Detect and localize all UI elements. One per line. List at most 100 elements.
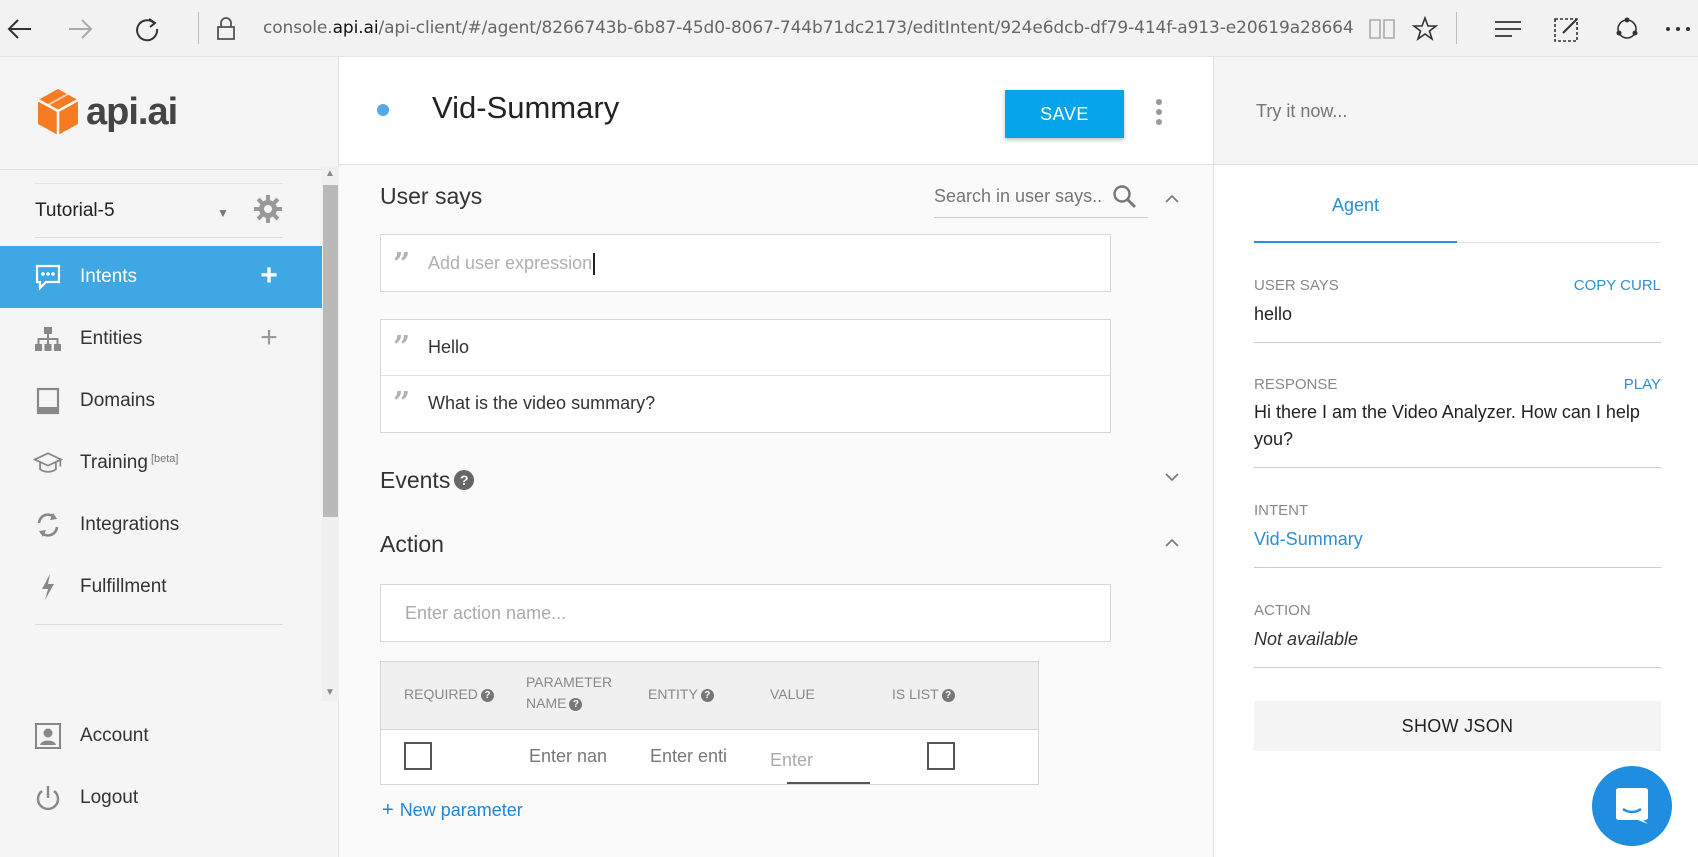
events-title[interactable]: Events? xyxy=(380,467,475,494)
help-icon[interactable]: ? xyxy=(569,697,583,711)
sidebar-item-entities[interactable]: Entities + xyxy=(0,308,322,370)
sidebar-item-label: Intents xyxy=(80,266,138,287)
lightning-icon xyxy=(33,572,63,602)
sidebar-item-domains[interactable]: Domains xyxy=(0,370,322,432)
web-note-icon[interactable] xyxy=(1552,14,1582,44)
scroll-thumb[interactable] xyxy=(323,185,338,517)
quote-icon: ” xyxy=(393,247,411,282)
parameters-table: REQUIRED? PARAMETER NAME? ENTITY? VALUE I… xyxy=(380,661,1039,785)
intent-header: Vid-Summary SAVE xyxy=(339,57,1213,165)
is-list-checkbox[interactable] xyxy=(927,742,955,770)
help-icon[interactable]: ? xyxy=(480,688,494,702)
user-says-search-input[interactable] xyxy=(934,186,1104,207)
agent-name: Tutorial-5 xyxy=(35,200,115,221)
column-header-required: REQUIRED? xyxy=(404,684,494,705)
more-icon[interactable] xyxy=(1663,14,1693,44)
share-icon[interactable] xyxy=(1612,14,1642,44)
required-checkbox[interactable] xyxy=(404,742,432,770)
quote-icon: ” xyxy=(393,330,411,365)
reading-view-icon[interactable] xyxy=(1367,14,1397,44)
help-icon[interactable]: ? xyxy=(700,688,714,702)
copy-curl-link[interactable]: COPY CURL xyxy=(1574,277,1661,294)
intent-value-link[interactable]: Vid-Summary xyxy=(1254,526,1363,553)
add-user-expression-field[interactable]: ” Add user expression xyxy=(380,234,1111,292)
sidebar-item-label: Domains xyxy=(80,390,155,411)
chat-icon xyxy=(1616,788,1648,824)
chevron-up-icon[interactable] xyxy=(1164,535,1180,551)
sidebar: api.ai Tutorial-5 ▼ Intents + Entities +… xyxy=(0,57,339,857)
beta-badge: [beta] xyxy=(150,453,179,465)
sidebar-nav: Intents + Entities + Domains Training [be… xyxy=(0,246,322,618)
back-icon[interactable] xyxy=(4,14,34,44)
forward-icon[interactable] xyxy=(66,14,96,44)
new-parameter-link[interactable]: + New parameter xyxy=(382,799,523,822)
sidebar-item-logout[interactable]: Logout xyxy=(0,767,322,829)
add-intent-button[interactable]: + xyxy=(255,261,283,291)
list-item[interactable]: ” Hello xyxy=(381,320,1110,376)
sidebar-item-fulfillment[interactable]: Fulfillment xyxy=(0,556,322,618)
search-icon[interactable] xyxy=(1112,184,1138,210)
user-says-search xyxy=(934,182,1148,218)
address-bar[interactable]: console.api.ai/api-client/#/agent/826674… xyxy=(263,18,1354,38)
logo-text: api.ai xyxy=(86,90,178,133)
try-it-now-input[interactable] xyxy=(1256,101,1556,122)
response-result: RESPONSE PLAY Hi there I am the Video An… xyxy=(1254,376,1661,468)
entity-input[interactable]: Enter enti xyxy=(650,746,727,767)
response-label: RESPONSE xyxy=(1254,376,1338,393)
intent-label: INTENT xyxy=(1254,502,1309,519)
agent-selector[interactable]: Tutorial-5 ▼ xyxy=(0,169,339,237)
chat-launcher-button[interactable] xyxy=(1592,766,1672,846)
account-icon xyxy=(33,721,63,751)
favorite-star-icon[interactable] xyxy=(1410,14,1440,44)
gear-icon[interactable] xyxy=(253,194,283,224)
play-link[interactable]: PLAY xyxy=(1624,376,1661,393)
value-input[interactable]: Enter xyxy=(770,750,813,771)
book-icon xyxy=(33,386,63,416)
chevron-down-icon[interactable] xyxy=(1164,469,1180,485)
chat-bubble-icon xyxy=(33,262,63,292)
kebab-menu-icon[interactable] xyxy=(1154,98,1164,126)
scroll-down-icon[interactable]: ▼ xyxy=(325,687,335,698)
add-entity-button[interactable]: + xyxy=(255,323,283,353)
action-name-placeholder: Enter action name... xyxy=(405,603,567,623)
sidebar-item-integrations[interactable]: Integrations xyxy=(0,494,322,556)
browser-toolbar: console.api.ai/api-client/#/agent/826674… xyxy=(0,0,1698,57)
intent-priority-dot[interactable] xyxy=(377,104,389,116)
sidebar-item-label: Logout xyxy=(80,787,139,808)
tab-agent[interactable]: Agent xyxy=(1254,175,1457,243)
expression-text[interactable]: What is the video summary? xyxy=(428,393,655,414)
user-expression-list: ” Hello ” What is the video summary? xyxy=(380,319,1111,433)
intent-result: INTENT Vid-Summary xyxy=(1254,502,1661,568)
api-ai-logo[interactable]: api.ai xyxy=(36,87,178,137)
parameter-name-input[interactable]: Enter nan xyxy=(529,746,607,767)
action-name-field[interactable]: Enter action name... xyxy=(380,584,1111,642)
sidebar-scrollbar[interactable]: ▲ ▼ xyxy=(322,167,339,701)
try-it-now-bar xyxy=(1214,57,1698,165)
help-icon[interactable]: ? xyxy=(454,469,475,490)
sidebar-item-intents[interactable]: Intents + xyxy=(0,246,322,308)
user-says-label: USER SAYS xyxy=(1254,277,1339,294)
sidebar-item-label: Integrations xyxy=(80,514,180,535)
intent-editor: Vid-Summary SAVE User says ” Add user ex… xyxy=(339,57,1213,857)
intent-name-input[interactable]: Vid-Summary xyxy=(432,90,619,126)
expression-text[interactable]: Hello xyxy=(428,337,469,358)
test-console: Agent USER SAYS COPY CURL hello RESPONSE… xyxy=(1213,57,1698,857)
show-json-button[interactable]: SHOW JSON xyxy=(1254,701,1661,751)
save-button[interactable]: SAVE xyxy=(1005,90,1124,138)
chevron-up-icon[interactable] xyxy=(1164,191,1180,207)
sidebar-item-training[interactable]: Training [beta] xyxy=(0,432,322,494)
help-icon[interactable]: ? xyxy=(941,688,955,702)
refresh-icon[interactable] xyxy=(132,14,162,44)
scroll-up-icon[interactable]: ▲ xyxy=(325,168,335,179)
hub-icon[interactable] xyxy=(1493,14,1523,44)
action-result: ACTION Not available xyxy=(1254,602,1661,668)
user-says-title: User says xyxy=(380,183,483,209)
lock-icon xyxy=(211,14,241,44)
power-icon xyxy=(33,783,63,813)
hierarchy-icon xyxy=(33,324,63,354)
chevron-down-icon[interactable]: ▼ xyxy=(217,206,229,220)
sidebar-item-account[interactable]: Account xyxy=(0,705,322,767)
list-item[interactable]: ” What is the video summary? xyxy=(381,376,1110,432)
user-says-value: hello xyxy=(1254,304,1293,324)
add-expression-placeholder: Add user expression xyxy=(428,253,593,273)
